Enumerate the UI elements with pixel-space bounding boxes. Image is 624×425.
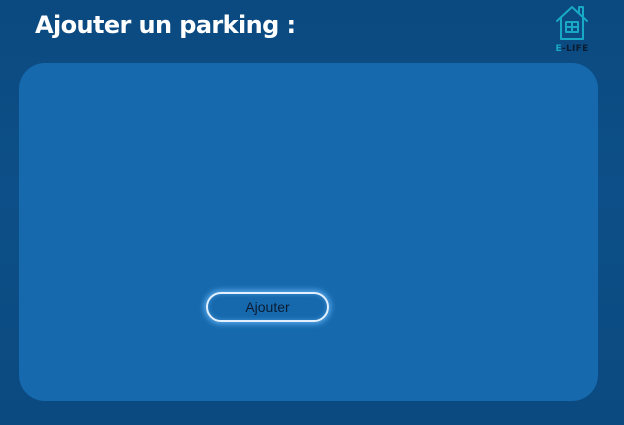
- elife-logo: E-LIFE: [551, 3, 593, 57]
- logo-text: E-LIFE: [551, 44, 593, 55]
- page-title: Ajouter un parking :: [35, 11, 296, 39]
- house-icon: [556, 6, 588, 40]
- logo-text-life: -LIFE: [561, 44, 589, 54]
- add-parking-form: Ajouter: [19, 63, 598, 401]
- add-button[interactable]: Ajouter: [206, 292, 329, 322]
